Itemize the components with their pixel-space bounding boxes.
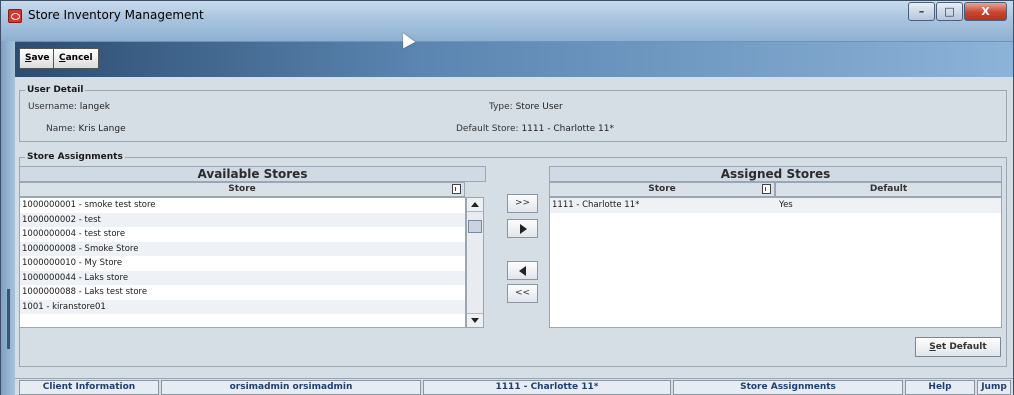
scroll-down-icon [471, 318, 479, 323]
list-item[interactable]: 1000000044 - Laks store [20, 270, 465, 285]
arrow-left-icon [519, 266, 526, 276]
user-detail-title: User Detail [25, 85, 86, 95]
assigned-stores-list: 1111 - Charlotte 11* Yes [549, 197, 1002, 328]
status-store: 1111 - Charlotte 11* [423, 380, 671, 395]
list-item[interactable]: 1000000001 - smoke test store [20, 198, 465, 213]
sort-icon[interactable] [452, 184, 461, 194]
assigned-store-column-header[interactable]: Store [549, 182, 775, 197]
app-logo-icon [8, 9, 22, 23]
maximize-button[interactable]: □ [936, 2, 963, 21]
close-button[interactable]: X [964, 2, 1007, 21]
list-item[interactable]: 1000000008 - Smoke Store [20, 241, 465, 256]
window-controls: – □ X [907, 2, 1007, 21]
sort-icon[interactable] [762, 184, 771, 194]
status-bar: Client Information orsimadmin orsimadmin… [15, 378, 1013, 395]
default-store-value: 1111 - Charlotte 11* [521, 124, 614, 134]
remove-all-button[interactable]: << [507, 284, 538, 303]
main-content: User Detail Username: langek Name: Kris … [15, 77, 1013, 378]
scroll-down-button[interactable] [467, 313, 483, 327]
minimize-button[interactable]: – [908, 2, 935, 21]
user-detail-group: User Detail Username: langek Name: Kris … [19, 85, 1007, 142]
list-item[interactable]: 1000000004 - test store [20, 227, 465, 242]
available-stores-list: 1000000001 - smoke test store 1000000002 … [19, 197, 466, 328]
assigned-stores-title: Assigned Stores [549, 166, 1002, 182]
status-user: orsimadmin orsimadmin [161, 380, 421, 395]
assigned-store-column-label: Store [648, 184, 676, 194]
minimize-icon: – [918, 5, 925, 18]
default-store-label: Default Store: [456, 124, 519, 134]
save-button[interactable]: Save [19, 48, 56, 69]
username-label: Username: [28, 102, 77, 112]
assigned-default-cell: Yes [779, 200, 793, 210]
arrow-right-icon [520, 224, 527, 234]
name-label: Name: [46, 124, 76, 134]
remove-selected-button[interactable] [507, 261, 538, 280]
scroll-thumb[interactable] [468, 220, 482, 233]
set-default-button[interactable]: Set Default [915, 337, 1001, 357]
client-information-link[interactable]: Client Information [19, 380, 159, 395]
available-stores-title: Available Stores [19, 166, 486, 182]
list-item[interactable]: 1000000010 - My Store [20, 256, 465, 271]
username-value: langek [79, 102, 110, 112]
window-title: Store Inventory Management [28, 8, 204, 22]
list-item[interactable]: 1000000002 - test [20, 212, 465, 227]
store-assignments-title: Store Assignments [25, 152, 125, 162]
available-stores-scrollbar[interactable] [466, 197, 484, 328]
list-item[interactable]: 1001 - kiranstore01 [20, 299, 465, 314]
maximize-icon: □ [944, 5, 955, 18]
type-value: Store User [515, 102, 563, 112]
title-bar[interactable]: Store Inventory Management – □ X [1, 1, 1013, 41]
scroll-up-button[interactable] [467, 198, 483, 212]
name-value: Kris Lange [78, 124, 126, 134]
left-frame-edge [1, 41, 15, 395]
available-stores-rows: 1000000001 - smoke test store 1000000002 … [20, 198, 465, 314]
available-store-column-label: Store [228, 184, 256, 194]
app-window: Store Inventory Management – □ X Save Ca… [0, 0, 1014, 395]
type-label: Type: [489, 102, 513, 112]
scroll-up-icon [471, 202, 479, 207]
cancel-button[interactable]: Cancel [53, 48, 99, 69]
close-icon: X [981, 5, 990, 18]
available-store-column-header[interactable]: Store [19, 182, 465, 197]
add-selected-button[interactable] [507, 219, 538, 238]
jump-link[interactable]: Jump [977, 380, 1011, 395]
assigned-default-column-header[interactable]: Default [775, 182, 1002, 197]
assigned-store-cell: 1111 - Charlotte 11* [552, 200, 640, 210]
status-screen: Store Assignments [673, 380, 903, 395]
toolbar: Save Cancel [15, 42, 1013, 77]
help-link[interactable]: Help [905, 380, 975, 395]
list-item[interactable]: 1000000088 - Laks test store [20, 285, 465, 300]
default-store-field: Default Store: 1111 - Charlotte 11* [456, 124, 614, 134]
username-field: Username: langek [28, 102, 110, 112]
add-all-button[interactable]: >> [507, 194, 538, 213]
name-field: Name: Kris Lange [46, 124, 126, 134]
table-row[interactable]: 1111 - Charlotte 11* Yes [550, 198, 1001, 213]
type-field: Type: Store User [489, 102, 563, 112]
